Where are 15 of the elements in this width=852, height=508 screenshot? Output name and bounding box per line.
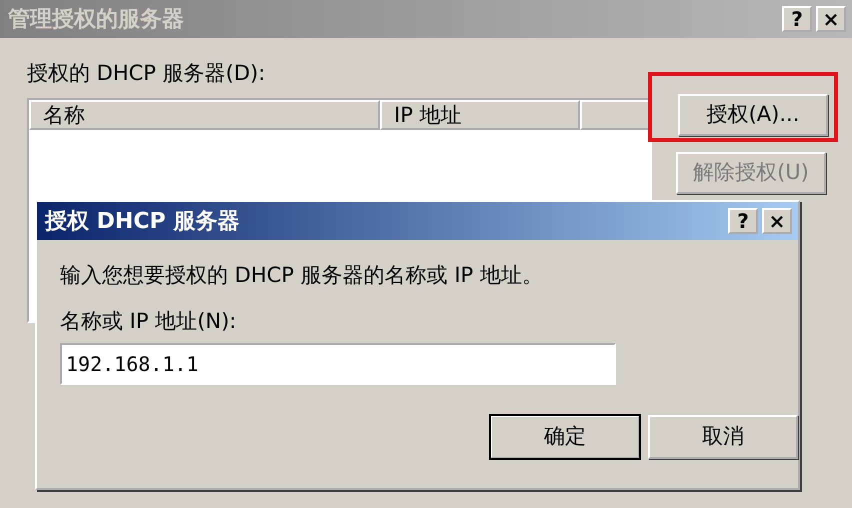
close-button[interactable]: × [816,6,846,32]
column-header[interactable]: 名称 [29,100,380,130]
dialog-button[interactable]: 确定 [490,415,640,459]
prompt-text: 输入您想要授权的 DHCP 服务器的名称或 IP 地址。 [60,262,544,289]
help-button[interactable]: ? [782,6,812,32]
column-header[interactable]: IP 地址 [380,100,580,130]
dialog-title: 授权 DHCP 服务器 [45,208,240,236]
field-label: 名称或 IP 地址(N): [60,308,238,334]
input-field[interactable]: 192.168.1.1 [60,343,616,385]
help-button[interactable]: ? [728,208,758,234]
dialog-button[interactable]: 取消 [648,415,798,459]
side-button[interactable]: 授权(A)... [678,94,828,136]
window-title: 管理授权的服务器 [8,6,184,34]
list-label: 授权的 DHCP 服务器(D): [27,60,266,87]
close-button[interactable]: × [762,208,792,234]
